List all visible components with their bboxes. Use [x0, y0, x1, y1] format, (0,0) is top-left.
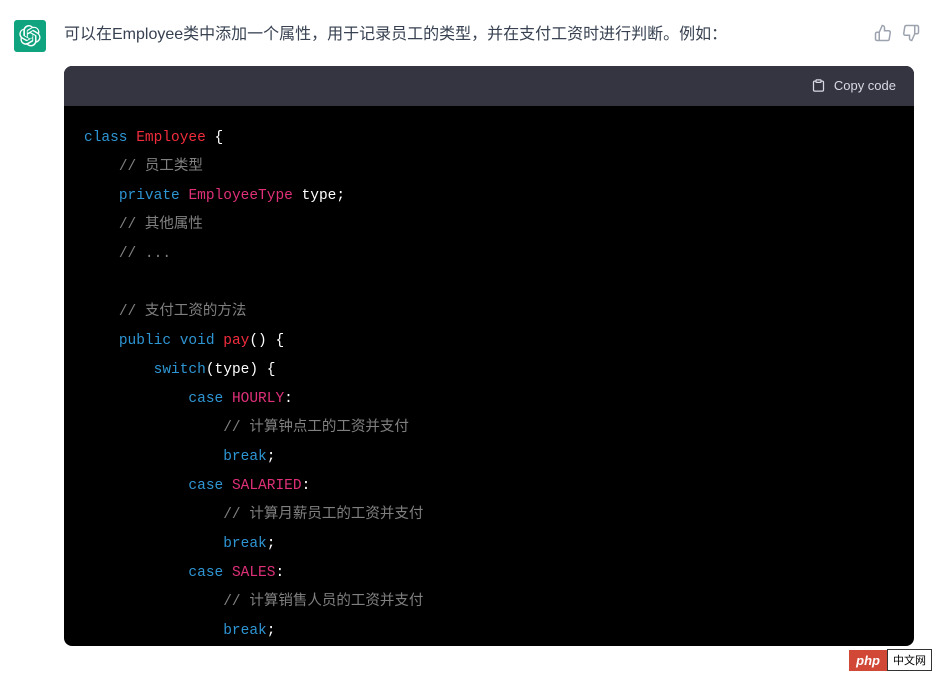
message-container: 可以在Employee类中添加一个属性，用于记录员工的类型，并在支付工资时进行判…	[0, 0, 942, 646]
copy-code-button[interactable]: Copy code	[811, 78, 896, 93]
code-line: // 计算钟点工的工资并支付	[84, 414, 894, 443]
code-line: case SALARIED:	[84, 472, 894, 501]
assistant-avatar	[14, 20, 46, 52]
message-text: 可以在Employee类中添加一个属性，用于记录员工的类型，并在支付工资时进行判…	[64, 20, 928, 50]
code-line	[84, 269, 894, 298]
code-content: class Employee { // 员工类型 private Employe…	[64, 106, 914, 646]
code-line: break;	[84, 443, 894, 472]
feedback-actions	[874, 24, 920, 42]
code-line: break;	[84, 617, 894, 646]
code-header: Copy code	[64, 66, 914, 106]
copy-code-label: Copy code	[834, 78, 896, 93]
code-line: // 支付工资的方法	[84, 298, 894, 327]
code-line: private EmployeeType type;	[84, 182, 894, 211]
message-content: 可以在Employee类中添加一个属性，用于记录员工的类型，并在支付工资时进行判…	[64, 20, 928, 646]
cn-badge: 中文网	[887, 649, 932, 671]
php-badge: php	[849, 650, 887, 671]
code-line: class Employee {	[84, 124, 894, 153]
code-line: break;	[84, 530, 894, 559]
code-line: case SALES:	[84, 559, 894, 588]
openai-logo-icon	[19, 25, 41, 47]
code-line: public void pay() {	[84, 327, 894, 356]
code-line: // 计算销售人员的工资并支付	[84, 588, 894, 617]
clipboard-icon	[811, 78, 826, 93]
code-line: case HOURLY:	[84, 385, 894, 414]
code-line: // 计算月薪员工的工资并支付	[84, 501, 894, 530]
code-line: // ...	[84, 240, 894, 269]
thumbs-up-icon[interactable]	[874, 24, 892, 42]
code-line: // 员工类型	[84, 153, 894, 182]
thumbs-down-icon[interactable]	[902, 24, 920, 42]
watermark: php 中文网	[849, 649, 932, 671]
code-block: Copy code class Employee { // 员工类型 priva…	[64, 66, 914, 646]
code-line: // 其他属性	[84, 211, 894, 240]
code-line: switch(type) {	[84, 356, 894, 385]
